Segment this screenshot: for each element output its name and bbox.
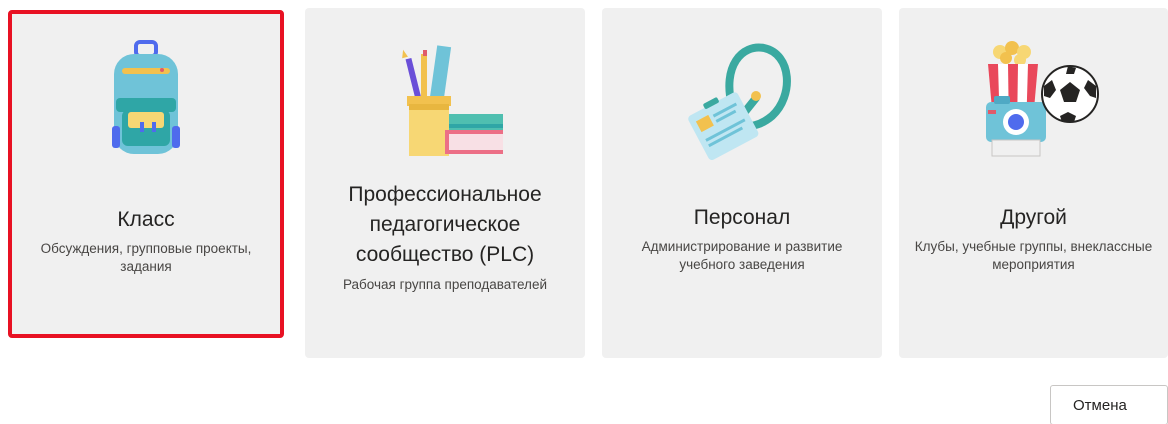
card-title: Класс	[117, 208, 175, 231]
card-text: Другой Клубы, учебные группы, внеклассны…	[909, 204, 1158, 274]
team-type-card-other[interactable]: Другой Клубы, учебные группы, внеклассны…	[899, 8, 1168, 358]
team-type-card-plc[interactable]: Профессиональное педагогическое сообщест…	[305, 8, 585, 358]
card-text: Класс Обсуждения, групповые проекты, зад…	[18, 206, 274, 276]
team-type-card-staff[interactable]: Персонал Администрирование и развитие уч…	[602, 8, 882, 358]
team-type-card-class[interactable]: Класс Обсуждения, групповые проекты, зад…	[8, 10, 284, 338]
card-title: Персонал	[693, 206, 791, 229]
card-description: Администрирование и развитие учебного за…	[641, 239, 843, 272]
backpack-icon	[112, 40, 180, 154]
id-badge-lanyard-icon	[688, 43, 791, 160]
popcorn-camera-ball-icon	[985, 41, 1099, 157]
card-title: Профессиональное педагогическое сообщест…	[348, 183, 542, 266]
card-description: Обсуждения, групповые проекты, задания	[40, 241, 252, 274]
pencil-cup-books-icon	[402, 45, 503, 156]
card-title: Другой	[1000, 206, 1067, 229]
card-text: Профессиональное педагогическое сообщест…	[315, 180, 575, 294]
card-description: Клубы, учебные группы, внеклассные мероп…	[914, 239, 1153, 272]
cancel-button[interactable]: Отмена	[1050, 385, 1168, 424]
card-text: Персонал Администрирование и развитие уч…	[612, 204, 872, 274]
card-description: Рабочая группа преподавателей	[342, 277, 547, 292]
team-type-picker: Класс Обсуждения, групповые проекты, зад…	[0, 0, 1168, 424]
